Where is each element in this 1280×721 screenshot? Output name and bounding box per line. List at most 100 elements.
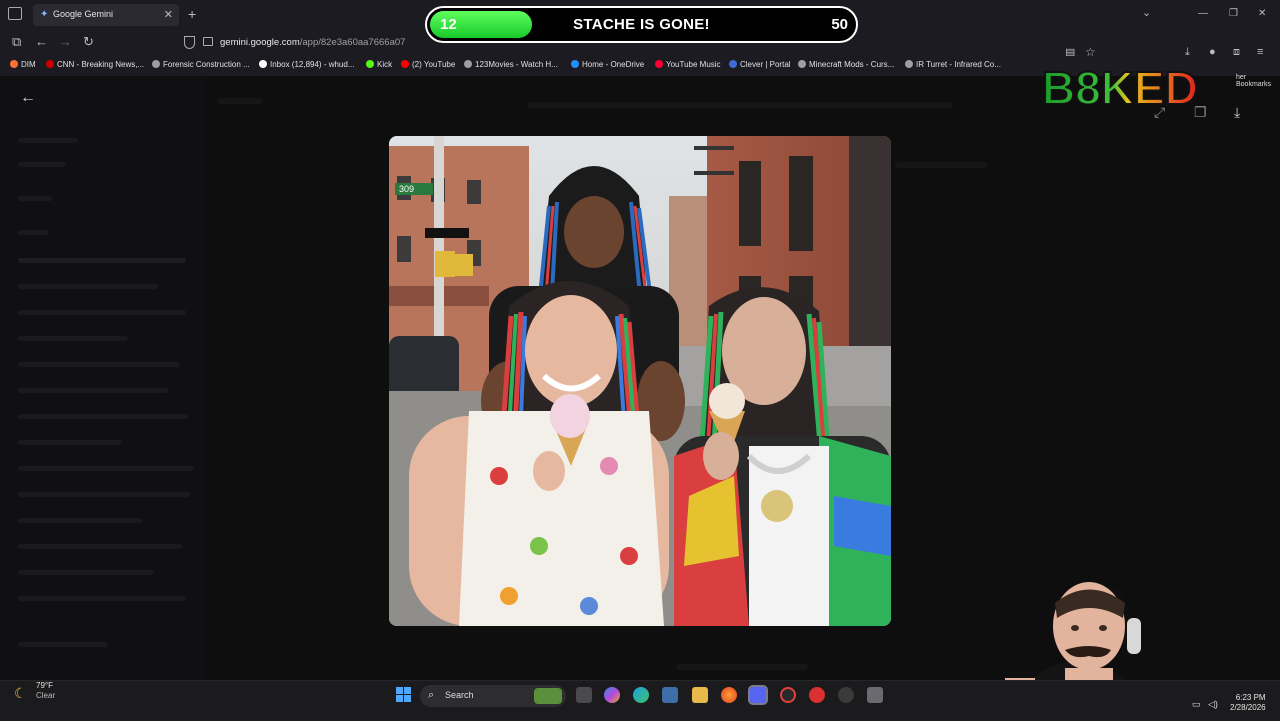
url-path: /app/82e3a60aa7666a07 xyxy=(299,37,406,48)
bookmark-item[interactable]: Inbox (12,894) - whud... xyxy=(259,60,355,69)
generated-image[interactable]: 309 xyxy=(389,136,891,626)
back-arrow-icon[interactable]: ← xyxy=(20,89,36,107)
sidebar-placeholder xyxy=(18,310,186,315)
bookmark-item[interactable]: Clever | Portal xyxy=(729,60,791,69)
other-bookmarks[interactable]: her Bookmarks xyxy=(1236,74,1280,88)
counter-label: STACHE IS GONE! xyxy=(573,16,710,33)
bookmark-favicon-icon xyxy=(259,60,267,68)
clock-time: 6:23 PM xyxy=(1235,693,1266,702)
bookmark-item[interactable]: Minecraft Mods - Curs... xyxy=(798,60,894,69)
url-text: gemini.google.com/app/82e3a60aa7666a07 xyxy=(220,37,405,48)
sidebar-placeholder xyxy=(18,440,122,445)
weather-temperature[interactable]: 79°F xyxy=(36,681,53,690)
windows-logo-icon xyxy=(404,687,411,694)
task-view-icon[interactable] xyxy=(576,687,592,703)
window-close-icon[interactable]: ✕ xyxy=(1258,8,1266,19)
bookmark-label: Minecraft Mods - Curs... xyxy=(809,60,895,69)
sidebar-placeholder xyxy=(18,544,182,549)
sidebar-placeholder xyxy=(18,596,186,601)
bookmark-label: Home - OneDrive xyxy=(582,60,645,69)
search-label: Search xyxy=(445,690,474,700)
firefox-icon[interactable] xyxy=(721,687,737,703)
gemini-favicon-icon: ✦ xyxy=(40,9,49,20)
store-icon[interactable] xyxy=(662,687,678,703)
bookmark-item[interactable]: 123Movies - Watch H... xyxy=(464,60,558,69)
bookmark-item[interactable]: CNN - Breaking News,... xyxy=(46,60,144,69)
bookmark-label: CNN - Breaking News,... xyxy=(57,60,145,69)
weather-condition[interactable]: Clear xyxy=(36,691,55,700)
sidebar-placeholder xyxy=(18,362,180,367)
bookmark-favicon-icon xyxy=(46,60,54,68)
bookmark-item[interactable]: Forensic Construction ... xyxy=(152,60,250,69)
reload-icon[interactable]: ↻ xyxy=(83,34,94,50)
bookmark-favicon-icon xyxy=(798,60,806,68)
sidebar-placeholder xyxy=(18,284,158,289)
start-button[interactable] xyxy=(396,687,412,703)
gemini-sidebar xyxy=(0,76,206,680)
sidebar-placeholder xyxy=(18,492,190,497)
windows-logo-icon xyxy=(396,687,403,694)
logo-text: B8KED xyxy=(1042,62,1198,114)
weather-moon-icon[interactable]: ☾ xyxy=(14,685,27,702)
bookmark-item[interactable]: Kick xyxy=(366,60,392,69)
sidebar-toggle-icon[interactable]: ⧉ xyxy=(12,34,21,50)
sidebar-placeholder xyxy=(18,336,128,341)
bookmark-label: 123Movies - Watch H... xyxy=(475,60,558,69)
bookmark-favicon-icon xyxy=(366,60,374,68)
snipping-tool-icon[interactable] xyxy=(867,687,883,703)
sidebar-placeholder xyxy=(18,230,48,235)
ghost-placeholder xyxy=(528,102,952,108)
bookmark-favicon-icon xyxy=(571,60,579,68)
bookmark-favicon-icon xyxy=(729,60,737,68)
media-player-icon[interactable] xyxy=(809,687,825,703)
bookmark-item[interactable]: Home - OneDrive xyxy=(571,60,644,69)
tab-google-gemini[interactable]: ✦ Google Gemini ✕ xyxy=(33,4,179,26)
volume-icon[interactable]: ◁) xyxy=(1208,699,1218,710)
file-explorer-icon[interactable] xyxy=(692,687,708,703)
discord-icon[interactable] xyxy=(748,685,768,705)
taskbar-search[interactable]: ⌕ Search xyxy=(420,685,566,707)
bookmark-item[interactable]: (2) YouTube xyxy=(401,60,455,69)
sidebar-placeholder xyxy=(18,388,168,393)
photo-illustration: 309 xyxy=(389,136,891,626)
tracking-shield-icon[interactable] xyxy=(184,36,195,49)
bookmark-label: YouTube Music xyxy=(666,60,721,69)
counter-goal: 50 xyxy=(831,16,848,33)
bookmark-favicon-icon xyxy=(152,60,160,68)
edge-icon[interactable] xyxy=(633,687,649,703)
sidebar-placeholder xyxy=(18,642,108,647)
copilot-icon[interactable] xyxy=(604,687,620,703)
lock-icon[interactable] xyxy=(203,37,213,46)
back-arrow-icon[interactable]: ← xyxy=(35,34,48,49)
list-all-tabs-icon[interactable]: ⌄ xyxy=(1142,6,1151,19)
ghost-placeholder xyxy=(895,162,987,168)
ghost-placeholder xyxy=(218,98,262,104)
restore-icon[interactable]: ❐ xyxy=(1229,8,1238,19)
sidebar-placeholder xyxy=(18,258,186,263)
obs-icon[interactable] xyxy=(780,687,796,703)
settings-gear-icon[interactable] xyxy=(838,687,854,703)
bookmark-item[interactable]: DIM xyxy=(10,60,36,69)
bookmark-item[interactable]: YouTube Music xyxy=(655,60,721,69)
bookmark-label: Inbox (12,894) - whud... xyxy=(270,60,355,69)
new-tab-icon[interactable]: + xyxy=(188,6,196,22)
url-domain: gemini.google.com xyxy=(220,37,300,48)
sidebar-placeholder xyxy=(18,162,66,167)
stream-goal-counter: 12 STACHE IS GONE! 50 xyxy=(425,6,858,43)
minimize-icon[interactable]: — xyxy=(1198,8,1208,19)
tab-close-icon[interactable]: ✕ xyxy=(164,8,173,21)
bookmark-label: Forensic Construction ... xyxy=(163,60,250,69)
network-icon[interactable]: ▭ xyxy=(1192,699,1201,710)
forward-arrow-icon[interactable]: → xyxy=(59,34,72,49)
system-clock[interactable]: 6:23 PM 2/28/2026 xyxy=(1230,693,1266,713)
bookmark-label: Kick xyxy=(377,60,393,69)
bookmark-favicon-icon xyxy=(905,60,913,68)
bookmark-item[interactable]: IR Turret - Infrared Co... xyxy=(905,60,1001,69)
bookmark-label: DIM xyxy=(21,60,36,69)
download-icon[interactable]: ⤓ xyxy=(1234,104,1240,121)
sidebar-placeholder xyxy=(18,414,188,419)
clock-date: 2/28/2026 xyxy=(1230,703,1266,712)
street-sign-text: 309 xyxy=(399,184,414,194)
tab-list-icon[interactable] xyxy=(8,7,22,20)
windows-logo-icon xyxy=(404,695,411,702)
